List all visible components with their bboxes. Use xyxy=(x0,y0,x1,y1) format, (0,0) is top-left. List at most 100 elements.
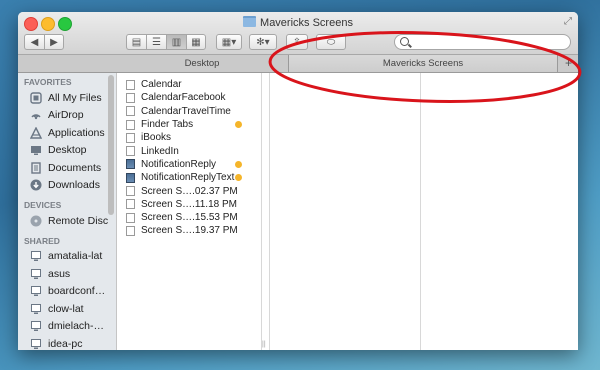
sidebar-header-devices: DEVICES xyxy=(24,200,62,210)
file-item[interactable]: LinkedIn xyxy=(117,144,261,157)
orange-tag-dot xyxy=(235,174,242,182)
sidebar-item-label: Remote Disc xyxy=(48,214,109,227)
new-tab-button[interactable]: + xyxy=(559,55,578,72)
orange-tag-dot xyxy=(235,160,242,168)
sidebar-item-amatalia-lat[interactable]: amatalia-lat xyxy=(18,248,116,266)
folder-icon xyxy=(243,16,257,27)
file-name: CalendarTravelTime xyxy=(141,105,231,117)
computer-icon xyxy=(30,285,42,297)
sidebar-item-label: clow-lat xyxy=(48,302,84,315)
tab-desktop[interactable]: Desktop xyxy=(116,55,288,72)
desktop-icon xyxy=(30,144,42,156)
sidebar-item-label: boardconf… xyxy=(48,285,106,298)
file-item[interactable]: iBooks xyxy=(117,131,261,144)
column-resize-strip[interactable]: || xyxy=(261,73,270,350)
file-name: Screen S….02.37 PM xyxy=(141,185,238,197)
column-view-button[interactable]: ▥ xyxy=(166,34,186,50)
tags-button[interactable]: ⬭ xyxy=(316,34,346,50)
view-mode-buttons: ▤ ☰ ▥ ▦ xyxy=(126,34,206,50)
sidebar-item-idea-pc[interactable]: idea-pc xyxy=(18,335,116,350)
sidebar-item-label: dmielach-… xyxy=(48,320,105,333)
arrange-button[interactable]: ▦▾ xyxy=(216,34,242,50)
fullscreen-icon[interactable]: ⤢ xyxy=(564,16,572,27)
sidebar-item-airdrop[interactable]: AirDrop xyxy=(18,107,116,125)
file-item[interactable]: Calendar xyxy=(117,78,261,91)
sidebar-item-clow-lat[interactable]: clow-lat xyxy=(18,300,116,318)
file-column: Calendar CalendarFacebook CalendarTravel… xyxy=(117,73,262,350)
sidebar-item-label: amatalia-lat xyxy=(48,250,103,263)
sidebar-item-label: AirDrop xyxy=(48,109,84,122)
document-icon xyxy=(126,186,135,197)
computer-icon xyxy=(30,320,42,332)
image-file-icon xyxy=(126,159,135,170)
sidebar-item-dmielach[interactable]: dmielach-… xyxy=(18,318,116,336)
window-title-area: Mavericks Screens xyxy=(18,16,578,29)
search-icon xyxy=(400,37,409,46)
file-item[interactable]: Screen S….11.18 PM xyxy=(117,198,261,211)
file-name: Screen S….11.18 PM xyxy=(141,198,237,210)
sidebar-header-shared: SHARED xyxy=(24,235,60,246)
documents-icon xyxy=(30,162,42,174)
search-field[interactable] xyxy=(394,34,571,50)
file-item[interactable]: Screen S….19.37 PM xyxy=(117,224,261,237)
sidebar-item-desktop[interactable]: Desktop xyxy=(18,142,116,160)
file-name: Screen S….15.53 PM xyxy=(141,212,238,224)
applications-icon xyxy=(30,126,42,139)
document-icon xyxy=(126,92,135,103)
coverflow-view-button[interactable]: ▦ xyxy=(186,34,206,50)
column-resize-grip[interactable]: || xyxy=(262,341,266,348)
finder-window: Mavericks Screens ⤢ ◀ ▶ ▤ ☰ ▥ ▦ ▦▾ ✻▾ ⇪ … xyxy=(18,12,578,350)
sidebar-header-favorites: FAVORITES xyxy=(24,77,72,87)
sidebar-item-label: Downloads xyxy=(48,179,100,192)
search-input[interactable] xyxy=(411,35,561,49)
sidebar-item-all-my-files[interactable]: All My Files xyxy=(18,89,116,107)
file-name: LinkedIn xyxy=(141,145,179,157)
file-item[interactable]: CalendarFacebook xyxy=(117,91,261,104)
title-bar: Mavericks Screens ⤢ ◀ ▶ ▤ ☰ ▥ ▦ ▦▾ ✻▾ ⇪ … xyxy=(18,12,578,55)
empty-column xyxy=(270,73,421,350)
file-item[interactable]: CalendarTravelTime xyxy=(117,105,261,118)
sidebar-item-label: idea-pc xyxy=(48,337,83,350)
file-item[interactable]: Screen S….15.53 PM xyxy=(117,211,261,224)
tab-bar: Desktop Mavericks Screens + xyxy=(18,55,578,73)
computer-icon xyxy=(30,338,42,350)
sidebar-item-remote-disc[interactable]: Remote Disc xyxy=(18,212,116,230)
document-icon xyxy=(126,212,135,223)
document-icon xyxy=(126,132,135,143)
file-item[interactable]: NotificationReplyText xyxy=(117,171,261,184)
file-item[interactable]: Finder Tabs xyxy=(117,118,261,131)
share-button[interactable]: ⇪ xyxy=(286,34,308,50)
document-icon xyxy=(126,106,135,117)
document-icon xyxy=(126,119,135,130)
sidebar-scrollbar[interactable] xyxy=(108,75,114,215)
downloads-icon xyxy=(30,179,42,191)
computer-icon xyxy=(30,268,42,280)
sidebar-item-applications[interactable]: Applications xyxy=(18,124,116,142)
sidebar-item-boardconf[interactable]: boardconf… xyxy=(18,283,116,301)
tab-mavericks-screens[interactable]: Mavericks Screens xyxy=(288,55,558,72)
file-name: Calendar xyxy=(141,79,182,91)
file-name: iBooks xyxy=(141,132,172,144)
action-button[interactable]: ✻▾ xyxy=(249,34,277,50)
back-button[interactable]: ◀ xyxy=(24,34,44,50)
file-name: NotificationReplyText xyxy=(141,172,235,184)
forward-button[interactable]: ▶ xyxy=(44,34,64,50)
orange-tag-dot xyxy=(235,120,242,128)
document-icon xyxy=(126,199,135,210)
sidebar-item-downloads[interactable]: Downloads xyxy=(18,177,116,195)
sidebar-item-asus[interactable]: asus xyxy=(18,265,116,283)
disc-icon xyxy=(30,215,42,227)
file-name: Finder Tabs xyxy=(141,119,194,131)
file-item[interactable]: Screen S….02.37 PM xyxy=(117,184,261,197)
computer-icon xyxy=(30,250,42,262)
all-files-icon xyxy=(30,92,42,104)
file-name: Screen S….19.37 PM xyxy=(141,225,238,237)
sidebar-item-documents[interactable]: Documents xyxy=(18,159,116,177)
sidebar-item-label: All My Files xyxy=(48,91,102,104)
sidebar-item-label: Documents xyxy=(48,161,102,174)
file-item[interactable]: NotificationReply xyxy=(117,158,261,171)
document-icon xyxy=(126,225,135,236)
icon-view-button[interactable]: ▤ xyxy=(126,34,146,50)
nav-buttons: ◀ ▶ xyxy=(24,34,64,50)
list-view-button[interactable]: ☰ xyxy=(146,34,166,50)
